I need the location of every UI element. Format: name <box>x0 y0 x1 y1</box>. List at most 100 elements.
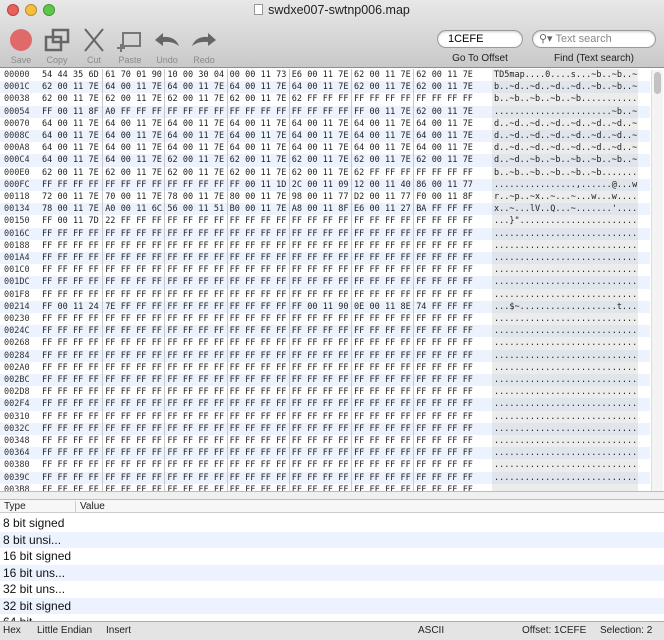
hex-byte[interactable]: FF <box>87 398 103 410</box>
hex-byte[interactable]: 7E <box>212 81 228 93</box>
hex-byte[interactable]: FF <box>321 215 337 227</box>
hex-byte[interactable]: 11 <box>383 191 399 203</box>
hex-byte[interactable]: FF <box>181 264 197 276</box>
hex-byte[interactable]: 7E <box>461 154 477 166</box>
hex-byte[interactable]: 00 <box>181 203 197 215</box>
inspector-row[interactable]: 16 bit signed <box>0 548 664 565</box>
ascii-text[interactable]: ............................ <box>492 435 638 448</box>
hex-byte[interactable]: 00 <box>181 167 197 179</box>
ascii-text[interactable]: ...}"....................... <box>492 215 638 228</box>
hex-byte[interactable]: FF <box>228 423 244 435</box>
hex-byte[interactable]: FF <box>259 386 275 398</box>
ascii-text[interactable]: ............................ <box>492 313 638 326</box>
hex-byte[interactable]: FF <box>181 472 197 484</box>
hex-byte[interactable]: 27 <box>399 203 415 215</box>
hex-byte[interactable]: FF <box>321 325 337 337</box>
hex-byte[interactable]: FF <box>119 337 135 349</box>
hex-byte[interactable]: 7E <box>399 118 415 130</box>
hex-byte[interactable]: FF <box>336 374 352 386</box>
hex-byte[interactable]: 7E <box>150 118 166 130</box>
hex-byte[interactable]: FF <box>321 447 337 459</box>
hex-byte[interactable]: FF <box>181 423 197 435</box>
hex-byte[interactable]: 11 <box>383 142 399 154</box>
ascii-text[interactable]: d..~d..~b..~b..~b..~b..~b..~ <box>492 154 638 167</box>
hex-byte[interactable]: FF <box>212 447 228 459</box>
hex-byte[interactable]: FF <box>399 398 415 410</box>
hex-byte[interactable]: 00 <box>56 142 72 154</box>
hex-byte[interactable]: 7E <box>150 142 166 154</box>
hex-byte[interactable]: FF <box>445 301 461 313</box>
hex-byte[interactable]: FF <box>119 472 135 484</box>
hex-byte[interactable]: FF <box>336 337 352 349</box>
hex-byte[interactable]: 35 <box>71 69 87 81</box>
hex-byte[interactable]: FF <box>196 240 212 252</box>
hex-byte[interactable]: 64 <box>103 81 119 93</box>
hex-byte[interactable]: 6C <box>150 203 166 215</box>
hex-byte[interactable]: FF <box>134 374 150 386</box>
hex-byte[interactable]: 00 <box>305 167 321 179</box>
hex-byte[interactable]: FF <box>259 313 275 325</box>
hex-byte[interactable]: FF <box>290 313 306 325</box>
hex-byte[interactable]: FF <box>383 374 399 386</box>
hex-byte[interactable]: FF <box>119 106 135 118</box>
hex-byte[interactable]: 7E <box>461 130 477 142</box>
hex-byte[interactable]: FF <box>71 386 87 398</box>
hex-byte[interactable]: FF <box>212 228 228 240</box>
hex-byte[interactable]: 00 <box>305 301 321 313</box>
hex-byte[interactable]: 0E <box>352 301 368 313</box>
hex-byte[interactable]: FF <box>103 423 119 435</box>
hex-byte[interactable]: FF <box>71 276 87 288</box>
hex-byte[interactable]: 00 <box>430 118 446 130</box>
hex-byte[interactable]: FF <box>368 252 384 264</box>
hex-byte[interactable]: 11 <box>134 118 150 130</box>
hex-byte[interactable]: FF <box>414 362 430 374</box>
hex-byte[interactable]: FF <box>119 459 135 471</box>
hex-byte[interactable]: FF <box>40 252 56 264</box>
hex-byte[interactable]: FF <box>150 398 166 410</box>
hex-byte[interactable]: FF <box>383 215 399 227</box>
hex-byte[interactable]: FF <box>165 289 181 301</box>
hex-byte[interactable]: FF <box>461 203 477 215</box>
hex-byte[interactable]: 00 <box>243 191 259 203</box>
hex-byte[interactable]: 00 <box>368 179 384 191</box>
hex-byte[interactable]: FF <box>336 362 352 374</box>
hex-byte[interactable]: FF <box>243 228 259 240</box>
hex-byte[interactable]: 00 <box>430 130 446 142</box>
hex-byte[interactable]: 11 <box>321 130 337 142</box>
hex-byte[interactable]: FF <box>40 264 56 276</box>
hex-byte[interactable]: BA <box>414 203 430 215</box>
hex-byte[interactable]: FF <box>461 313 477 325</box>
hex-byte[interactable]: FF <box>383 350 399 362</box>
hex-byte[interactable]: FF <box>336 423 352 435</box>
hex-byte[interactable]: 11 <box>71 81 87 93</box>
ascii-text[interactable]: ............................ <box>492 410 638 423</box>
hex-byte[interactable]: 7E <box>461 81 477 93</box>
hex-byte[interactable]: FF <box>414 423 430 435</box>
hex-byte[interactable]: FF <box>150 106 166 118</box>
hex-byte[interactable]: FF <box>119 215 135 227</box>
hex-byte[interactable]: 11 <box>321 179 337 191</box>
hex-byte[interactable]: 11 <box>196 118 212 130</box>
hex-byte[interactable]: 22 <box>103 215 119 227</box>
hex-byte[interactable]: FF <box>228 276 244 288</box>
hex-byte[interactable]: FF <box>383 362 399 374</box>
hex-byte[interactable]: FF <box>165 240 181 252</box>
hex-byte[interactable]: FF <box>368 459 384 471</box>
hex-byte[interactable]: FF <box>352 423 368 435</box>
hex-byte[interactable]: FF <box>87 423 103 435</box>
hex-byte[interactable]: 11 <box>321 81 337 93</box>
hex-byte[interactable]: FF <box>259 362 275 374</box>
hex-byte[interactable]: FF <box>228 350 244 362</box>
hex-byte[interactable]: FF <box>445 350 461 362</box>
hex-byte[interactable]: FF <box>352 374 368 386</box>
hex-byte[interactable]: FF <box>196 374 212 386</box>
hex-byte[interactable]: 62 <box>290 167 306 179</box>
hex-byte[interactable]: FF <box>383 252 399 264</box>
hex-byte[interactable]: FF <box>399 313 415 325</box>
hex-byte[interactable]: FF <box>71 313 87 325</box>
hex-byte[interactable]: FF <box>414 337 430 349</box>
hex-byte[interactable]: FF <box>461 325 477 337</box>
hex-byte[interactable]: FF <box>461 93 477 105</box>
hex-byte[interactable]: FF <box>212 325 228 337</box>
hex-byte[interactable]: E6 <box>290 69 306 81</box>
